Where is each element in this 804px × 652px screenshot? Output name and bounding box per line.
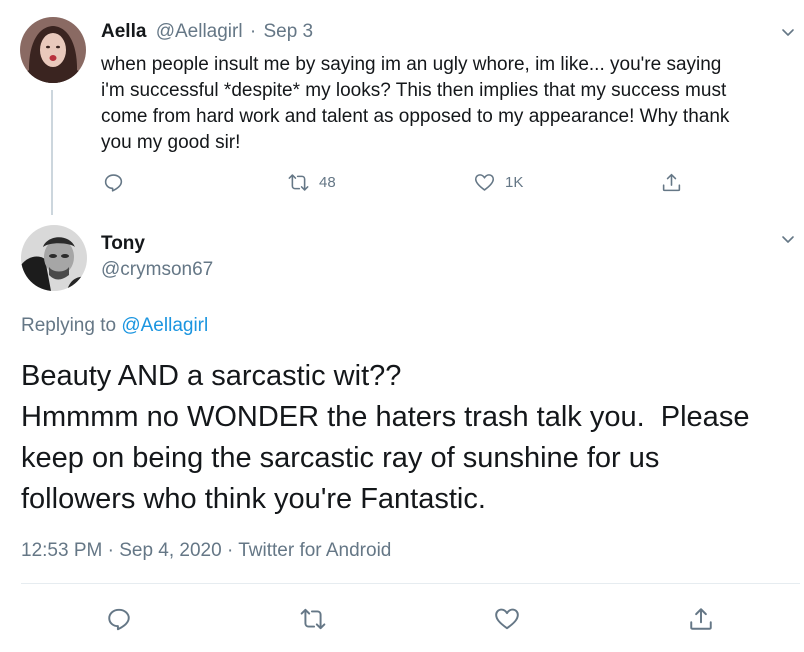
- reply-button[interactable]: [106, 606, 132, 632]
- tweet-text: when people insult me by saying im an ug…: [101, 52, 791, 156]
- retweet-button[interactable]: [300, 606, 326, 632]
- share-icon: [690, 608, 712, 630]
- share-icon: [662, 173, 681, 192]
- tweet-text-line: come from hard work and talent as oppose…: [101, 106, 730, 127]
- caret-down-icon[interactable]: [780, 231, 796, 252]
- tweet-text-line: keep on being the sarcastic ray of sunsh…: [21, 442, 660, 474]
- heart-icon: [474, 174, 495, 191]
- tweet-meta[interactable]: 12:53 PM · Sep 4, 2020 · Twitter for And…: [21, 540, 391, 562]
- share-button[interactable]: [688, 606, 714, 632]
- author-handle[interactable]: @crymson67: [101, 259, 213, 281]
- tweet-text-line: you my good sir!: [101, 132, 241, 153]
- display-name[interactable]: Aella: [101, 21, 146, 42]
- reply-icon: [104, 174, 123, 192]
- retweet-button[interactable]: 48: [288, 172, 336, 193]
- handle[interactable]: @Aellagirl: [156, 21, 243, 42]
- tweet-text-line: followers who think you're Fantastic.: [21, 483, 486, 515]
- tweet-date[interactable]: Sep 3: [263, 21, 313, 42]
- caret-down-icon[interactable]: [780, 24, 796, 45]
- avatar-tony-image: [21, 225, 87, 291]
- tweet-text-line: Hmmmm no WONDER the haters trash talk yo…: [21, 401, 750, 433]
- replying-to-link[interactable]: @Aellagirl: [121, 315, 208, 336]
- divider: [21, 583, 800, 584]
- avatar-aella[interactable]: [20, 17, 86, 83]
- like-button[interactable]: [494, 606, 520, 632]
- thread-line: [51, 90, 53, 215]
- retweet-icon: [300, 608, 326, 630]
- heart-icon: [495, 608, 519, 630]
- avatar-tony[interactable]: [21, 225, 87, 291]
- replying-prefix: Replying to: [21, 315, 117, 336]
- retweet-icon: [288, 174, 309, 191]
- replying-to: Replying to @Aellagirl: [21, 315, 208, 337]
- author-name[interactable]: Tony: [101, 233, 145, 255]
- avatar-aella-image: [20, 17, 86, 83]
- tweet-text-line: Beauty AND a sarcastic wit??: [21, 360, 402, 392]
- tweet-text-line: when people insult me by saying im an ug…: [101, 54, 722, 75]
- like-count: 1K: [505, 174, 524, 191]
- reply-icon: [108, 608, 130, 631]
- separator: ·: [249, 21, 257, 42]
- retweet-count: 48: [319, 174, 336, 191]
- parent-header: Aella @Aellagirl · Sep 3: [101, 21, 313, 43]
- tweet-text-line: i'm successful *despite* my looks? This …: [101, 80, 727, 101]
- main-tweet-text: Beauty AND a sarcastic wit?? Hmmmm no WO…: [21, 356, 801, 520]
- share-button[interactable]: [661, 172, 682, 193]
- reply-button[interactable]: [103, 172, 124, 193]
- like-button[interactable]: 1K: [474, 172, 523, 193]
